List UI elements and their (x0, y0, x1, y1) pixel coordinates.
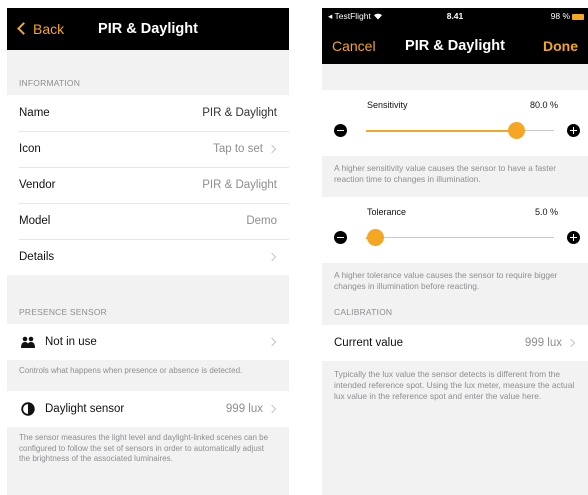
model-row: Model Demo (7, 203, 289, 239)
battery-icon (572, 13, 584, 20)
information-header: INFORMATION (19, 78, 81, 88)
sensitivity-slider-fill (366, 129, 517, 132)
chevron-right-icon (267, 404, 277, 414)
tolerance-label: Tolerance (367, 207, 407, 217)
chevron-right-icon (267, 252, 277, 262)
name-row[interactable]: Name PIR & Daylight (7, 95, 289, 131)
vendor-value: PIR & Daylight (202, 179, 277, 191)
tolerance-slider-thumb[interactable] (366, 229, 384, 246)
sensitivity-label: Sensitivity (367, 100, 408, 110)
vendor-label: Vendor (19, 179, 56, 191)
chevron-right-icon (267, 337, 277, 347)
daylight-sensor-label: Daylight sensor (45, 402, 125, 415)
done-button[interactable]: Done (543, 38, 578, 54)
sensitivity-block: Sensitivity 80.0 % (322, 90, 588, 156)
tolerance-plus-button[interactable] (567, 231, 580, 244)
sensitivity-value: 80.0 % (529, 100, 558, 110)
daylight-icon (19, 401, 37, 417)
right-screen: ◂ TestFlight 8.41 98 % Cancel PIR & Dayl… (322, 8, 588, 495)
tolerance-minus-button[interactable] (334, 231, 347, 244)
presence-sensor-label: Not in use (45, 336, 97, 348)
current-value-row[interactable]: Current value 999 lux (322, 324, 588, 361)
calibration-footer: Typically the lux value the sensor detec… (334, 368, 575, 402)
sensitivity-minus-button[interactable] (334, 124, 347, 137)
icon-row[interactable]: Icon Tap to set (7, 131, 289, 167)
presence-sensor-footer: Controls what happens when presence or a… (19, 366, 243, 375)
chevron-right-icon (267, 144, 277, 154)
presence-sensor-row[interactable]: Not in use (7, 324, 289, 360)
sensitivity-footer: A higher sensitivity value causes the se… (334, 163, 557, 185)
daylight-sensor-row[interactable]: Daylight sensor 999 lux (7, 390, 289, 427)
right-nav-bar: ◂ TestFlight 8.41 98 % Cancel PIR & Dayl… (322, 8, 588, 64)
model-value: Demo (246, 215, 277, 227)
details-row[interactable]: Details (7, 239, 289, 275)
sensitivity-slider[interactable] (366, 122, 554, 139)
model-label: Model (19, 215, 51, 227)
people-icon (19, 334, 37, 350)
left-screen: Back PIR & Daylight INFORMATION Name PIR… (7, 8, 289, 495)
current-value-value: 999 lux (524, 336, 562, 349)
left-page-title: PIR & Daylight (98, 21, 198, 37)
vendor-row: Vendor PIR & Daylight (7, 167, 289, 203)
information-list: Name PIR & Daylight Icon Tap to set Vend… (7, 95, 289, 275)
details-label: Details (19, 251, 55, 263)
status-battery: 98 % (551, 11, 584, 21)
icon-label: Icon (19, 143, 41, 155)
tolerance-value: 5.0 % (534, 207, 558, 217)
tolerance-footer: A higher tolerance value causes the sens… (334, 270, 558, 292)
daylight-sensor-value: 999 lux (225, 402, 263, 415)
name-value: PIR & Daylight (202, 107, 277, 119)
left-nav-bar: Back PIR & Daylight (7, 8, 289, 50)
tolerance-slider[interactable] (366, 229, 554, 246)
sensitivity-slider-thumb[interactable] (507, 122, 525, 139)
sensitivity-plus-button[interactable] (567, 124, 580, 137)
current-value-label: Current value (334, 336, 404, 349)
status-bar: ◂ TestFlight 8.41 98 % (322, 11, 588, 25)
tolerance-block: Tolerance 5.0 % (322, 197, 588, 263)
icon-value: Tap to set (213, 143, 263, 155)
presence-sensor-header: PRESENCE SENSOR (19, 307, 108, 317)
name-label: Name (19, 107, 50, 119)
calibration-header: CALIBRATION (334, 306, 393, 317)
chevron-right-icon (566, 338, 576, 347)
daylight-sensor-footer: The sensor measures the light level and … (19, 432, 269, 464)
battery-text: 98 % (550, 11, 570, 21)
status-time: 8.41 (446, 11, 464, 21)
